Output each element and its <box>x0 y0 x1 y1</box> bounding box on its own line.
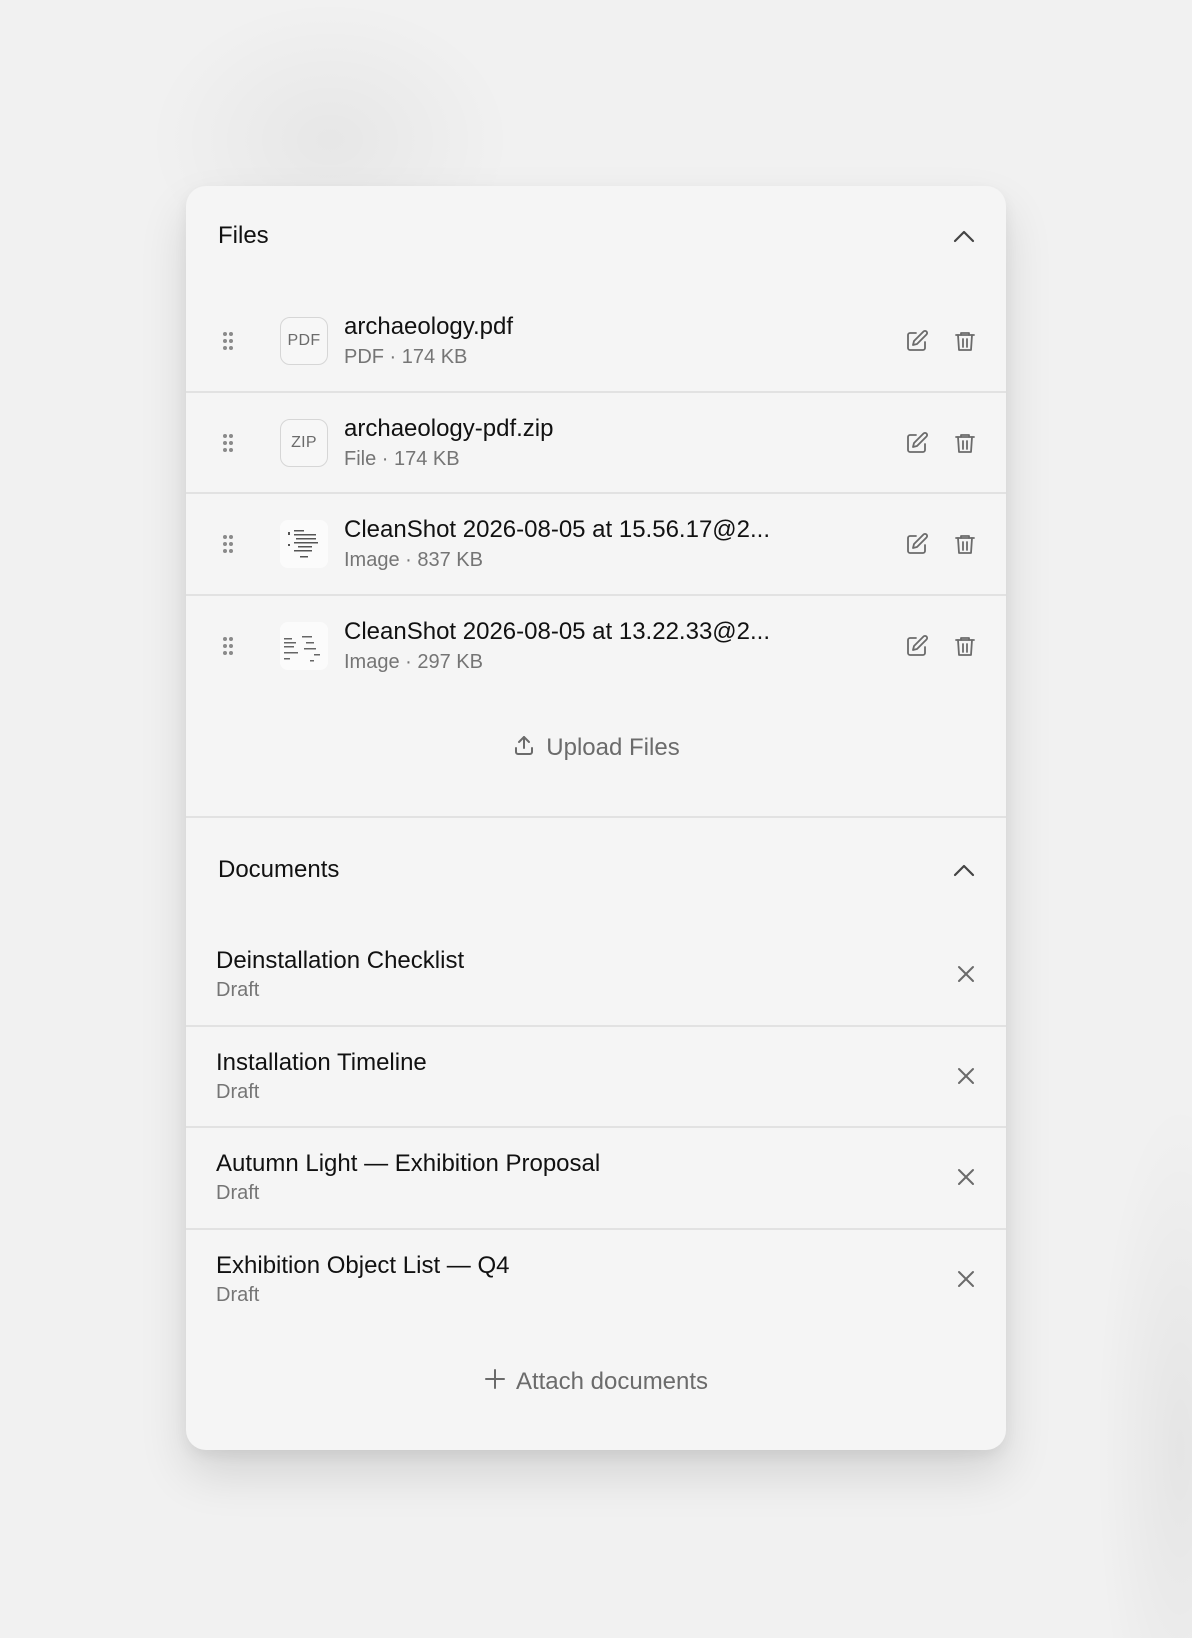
upload-files-button[interactable]: Upload Files <box>186 728 1006 768</box>
image-thumbnail <box>280 622 328 670</box>
trash-icon[interactable] <box>952 328 978 354</box>
file-name: CleanShot 2026-08-05 at 13.22.33@2... <box>344 617 770 645</box>
file-row[interactable]: ZIP archaeology-pdf.zip File · 174 KB <box>186 392 1006 494</box>
document-title: Exhibition Object List — Q4 <box>216 1252 510 1279</box>
file-row[interactable]: CleanShot 2026-08-05 at 13.22.33@2... Im… <box>186 595 1006 697</box>
close-icon[interactable] <box>952 1265 980 1293</box>
close-icon[interactable] <box>952 960 980 988</box>
upload-files-label: Upload Files <box>546 734 680 761</box>
upload-icon <box>512 733 536 764</box>
edit-icon[interactable] <box>904 430 930 456</box>
document-title: Installation Timeline <box>216 1049 427 1076</box>
document-row[interactable]: Exhibition Object List — Q4 Draft <box>186 1229 1006 1330</box>
close-icon[interactable] <box>952 1062 980 1090</box>
documents-header[interactable]: Documents <box>186 840 1006 900</box>
document-title: Deinstallation Checklist <box>216 947 465 974</box>
file-meta: Image · 837 KB <box>344 548 483 571</box>
document-status: Draft <box>216 1081 260 1103</box>
chevron-up-icon[interactable] <box>950 856 978 884</box>
document-status: Draft <box>216 979 260 1001</box>
file-meta: File · 174 KB <box>344 447 460 470</box>
document-row[interactable]: Deinstallation Checklist Draft <box>186 924 1006 1025</box>
zip-file-icon: ZIP <box>280 419 328 467</box>
pdf-file-icon: PDF <box>280 317 328 365</box>
document-title: Autumn Light — Exhibition Proposal <box>216 1150 601 1177</box>
plus-icon <box>484 1368 506 1397</box>
document-row[interactable]: Autumn Light — Exhibition Proposal Draft <box>186 1127 1006 1228</box>
drag-handle-icon[interactable] <box>220 532 236 556</box>
file-meta: PDF · 174 KB <box>344 345 468 368</box>
edit-icon[interactable] <box>904 633 930 659</box>
file-meta: Image · 297 KB <box>344 650 483 673</box>
edit-icon[interactable] <box>904 531 930 557</box>
attach-documents-button[interactable]: Attach documents <box>186 1362 1006 1402</box>
drag-handle-icon[interactable] <box>220 634 236 658</box>
attachments-panel: Files PDF archaeology.pdf PDF · 174 KB Z <box>186 186 1006 1450</box>
chevron-up-icon[interactable] <box>950 222 978 250</box>
documents-section-title: Documents <box>218 856 340 883</box>
file-name: archaeology-pdf.zip <box>344 414 554 442</box>
document-status: Draft <box>216 1182 260 1204</box>
file-row[interactable]: CleanShot 2026-08-05 at 15.56.17@2... Im… <box>186 493 1006 595</box>
attach-documents-label: Attach documents <box>515 1368 709 1395</box>
document-row[interactable]: Installation Timeline Draft <box>186 1026 1006 1127</box>
drag-handle-icon[interactable] <box>220 329 236 353</box>
image-thumbnail <box>280 520 328 568</box>
file-name: CleanShot 2026-08-05 at 15.56.17@2... <box>344 515 770 543</box>
document-status: Draft <box>216 1284 260 1306</box>
trash-icon[interactable] <box>952 633 978 659</box>
files-section-title: Files <box>218 222 269 249</box>
edit-icon[interactable] <box>904 328 930 354</box>
trash-icon[interactable] <box>952 531 978 557</box>
file-row[interactable]: PDF archaeology.pdf PDF · 174 KB <box>186 290 1006 392</box>
close-icon[interactable] <box>952 1163 980 1191</box>
files-header[interactable]: Files <box>186 206 1006 266</box>
trash-icon[interactable] <box>952 430 978 456</box>
file-name: archaeology.pdf <box>344 312 514 340</box>
section-divider <box>186 816 1006 818</box>
drag-handle-icon[interactable] <box>220 431 236 455</box>
